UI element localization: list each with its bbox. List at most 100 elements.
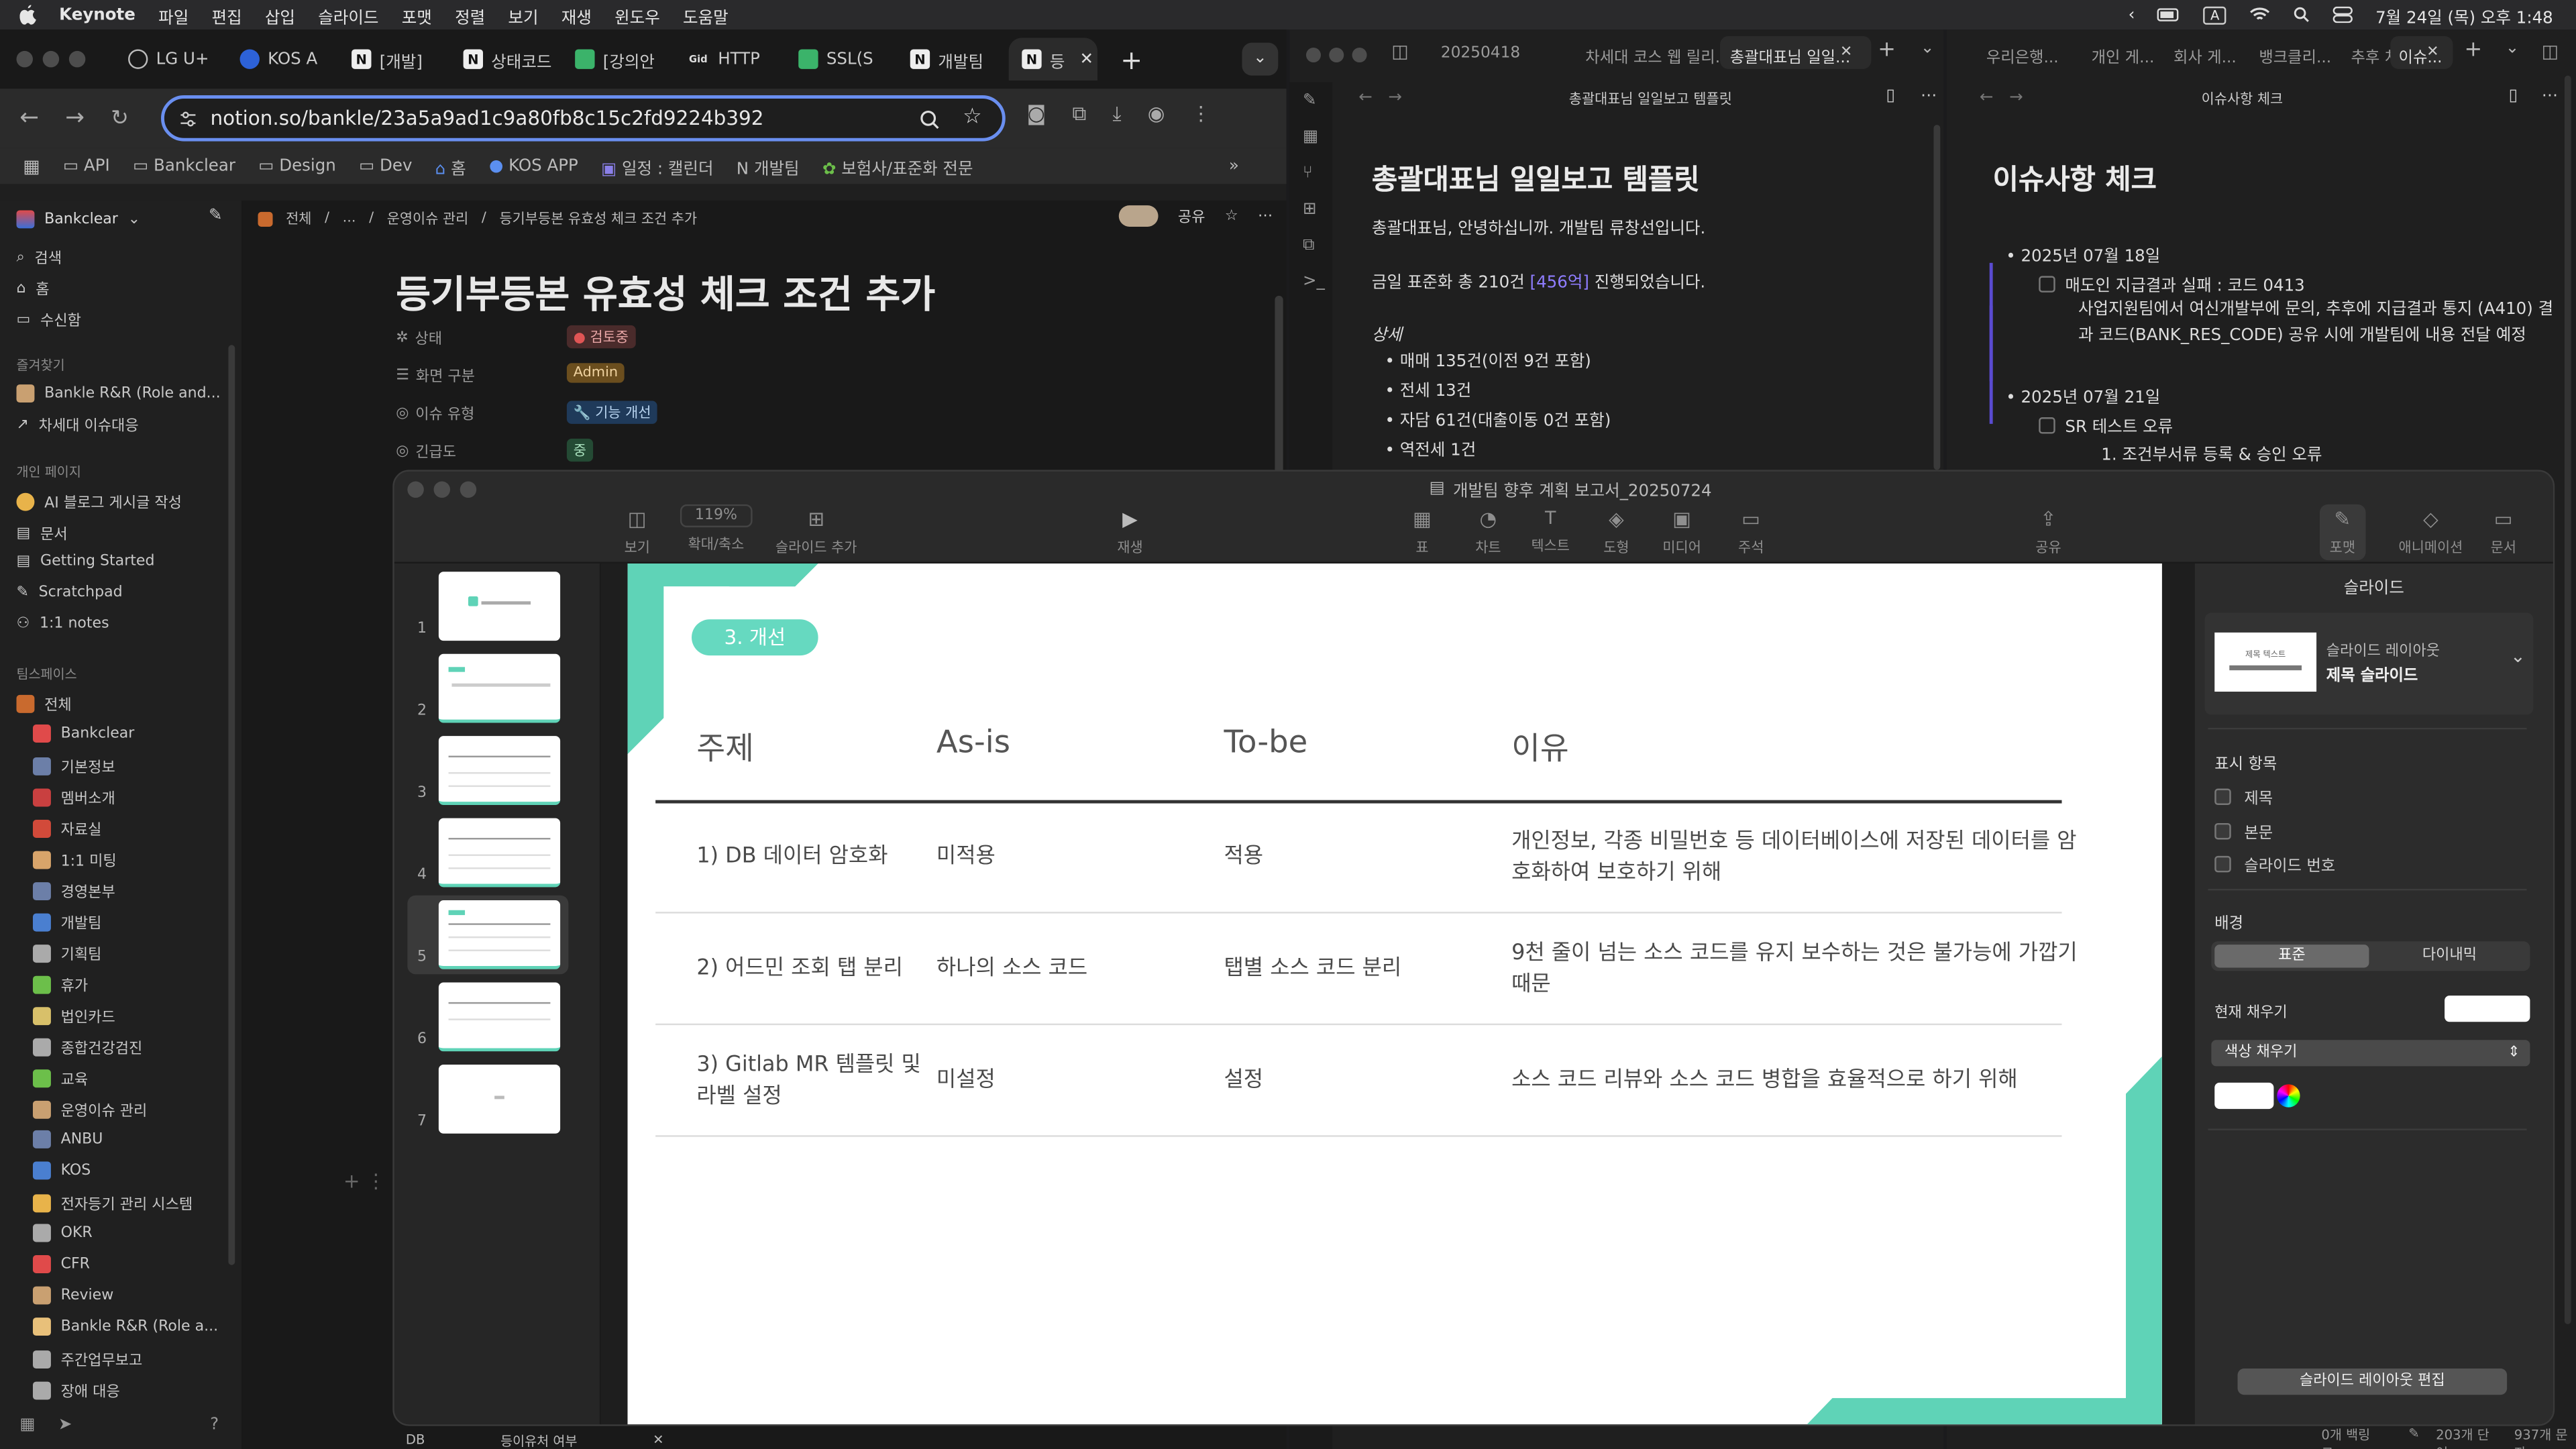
sidebar-item-inbox[interactable]: ▭ 수신함 (16, 309, 80, 330)
window-tab[interactable]: 개인 게... (2092, 44, 2155, 67)
send-icon[interactable]: ➤ (58, 1416, 72, 1434)
bookmark-star-icon[interactable]: ☆ (963, 105, 982, 130)
bookmark-link[interactable]: N 개발팀 (737, 154, 800, 178)
sidebar-item[interactable]: ▤ 문서 (16, 523, 67, 543)
branch-icon[interactable]: ⑂ (1303, 164, 1313, 182)
browser-tab[interactable]: KOS A (227, 38, 339, 80)
issue-type-badge[interactable]: 🔧 기능 개선 (566, 400, 658, 424)
share-button[interactable]: 공유 (1178, 205, 1205, 226)
sidebar-item[interactable]: CFR (32, 1255, 90, 1273)
share-button[interactable]: ⇪ 공유 (2035, 508, 2061, 557)
wifi-icon[interactable] (2249, 7, 2271, 23)
help-icon[interactable]: ? (210, 1416, 219, 1434)
slide-thumbnail[interactable] (438, 818, 561, 888)
extension-icon[interactable]: ⧉ (1072, 102, 1086, 127)
text-button[interactable]: T 텍스트 (1531, 508, 1569, 555)
copy-icon[interactable]: ⧉ (1303, 237, 1314, 255)
forward-icon[interactable]: → (1388, 89, 1402, 107)
browser-tab[interactable]: SSL(S (786, 38, 898, 80)
sidebar-item[interactable]: 교육 (32, 1068, 88, 1089)
close-button[interactable] (16, 50, 33, 68)
fill-type-dropdown[interactable]: 색상 채우기 ⇕ (2211, 1040, 2530, 1067)
checkbox[interactable] (2039, 416, 2055, 433)
more-icon[interactable]: ⋯ (1921, 87, 1937, 105)
slide-thumbnail[interactable] (438, 736, 561, 806)
browser-tab[interactable]: N 상태코드 (450, 38, 562, 80)
shape-button[interactable]: ◈ 도형 (1603, 508, 1629, 557)
download-icon[interactable]: ⤓ (1113, 102, 1122, 127)
sidebar-item[interactable]: ↗ 차세대 이슈대응 (16, 414, 138, 435)
zoom-icon[interactable] (920, 110, 939, 129)
zoom-button[interactable] (460, 481, 477, 498)
chevron-left-icon[interactable]: ‹ (2129, 6, 2135, 24)
minimize-button[interactable] (1329, 48, 1344, 63)
chevron-down-icon[interactable]: ⌄ (2506, 40, 2520, 58)
sidebar-item[interactable]: ✎ Scratchpad (16, 585, 122, 601)
bookmark-folder[interactable]: ▭ Bankclear (133, 157, 235, 175)
window-tab[interactable]: 뱅크클리... (2259, 44, 2331, 67)
slide-thumbnail[interactable] (438, 982, 561, 1052)
format-button[interactable]: ✎ 포맷 (2319, 504, 2365, 561)
bookmark-link[interactable]: ▣ 일정 : 캘린더 (601, 154, 713, 178)
urgency-badge[interactable]: 중 (566, 438, 593, 462)
window-tab[interactable]: 우리은행... (1986, 44, 2059, 67)
sidebar-item[interactable]: Bankle R&R (Role a... (32, 1318, 218, 1336)
menu-play[interactable]: 재생 (561, 3, 592, 27)
window-tab-active[interactable]: 이슈... (2390, 36, 2453, 69)
browser-tab[interactable]: [강의안 (562, 38, 674, 80)
sidebar-item[interactable]: 주간업무보고 (32, 1349, 142, 1370)
sidebar-toggle-icon[interactable]: ◫ (1391, 41, 1408, 62)
forward-icon[interactable]: → (65, 105, 85, 131)
sidebar-item[interactable]: 종합건강검진 (32, 1036, 142, 1058)
menu-file[interactable]: 파일 (158, 3, 189, 27)
minimize-button[interactable] (433, 481, 451, 498)
bookmark-folder[interactable]: ▭ Dev (359, 157, 412, 175)
calendar-icon[interactable]: ▦ (19, 1416, 35, 1434)
new-tab-button[interactable]: + (1878, 38, 1896, 62)
bg-standard-button[interactable]: 표준 (2214, 945, 2369, 968)
table-button[interactable]: ▦ 표 (1413, 508, 1432, 557)
animate-button[interactable]: ◇ 애니메이션 (2399, 508, 2463, 557)
sidebar-item[interactable]: OKR (32, 1224, 93, 1242)
close-icon[interactable]: ✕ (653, 1433, 663, 1449)
zoom-button[interactable] (68, 50, 86, 68)
document-button[interactable]: ▭ 문서 (2491, 508, 2516, 557)
bookmark-folder[interactable]: ▭ API (63, 157, 110, 175)
zoom-button[interactable] (1352, 48, 1367, 63)
browser-tab[interactable]: N [개발] (338, 38, 450, 80)
book-icon[interactable]: ▯ (1886, 87, 1895, 105)
camera-icon[interactable]: ◙ (1027, 102, 1046, 127)
chart-button[interactable]: ◔ 차트 (1475, 508, 1501, 557)
add-slide-button[interactable]: ⊞ 슬라이드 추가 (775, 508, 857, 557)
back-icon[interactable]: ← (19, 105, 39, 131)
close-button[interactable] (407, 481, 424, 498)
back-icon[interactable]: ← (1358, 89, 1373, 107)
sidebar-item[interactable]: 개발팀 (32, 912, 101, 933)
app-menu[interactable]: Keynote (59, 6, 136, 24)
sidebar-item[interactable]: KOS (32, 1161, 91, 1180)
sidebar-item[interactable]: 1:1 미팅 (32, 849, 117, 871)
new-tab-button[interactable]: + (1120, 44, 1142, 75)
sidebar-item[interactable]: 기획팀 (32, 943, 101, 965)
new-tab-button[interactable]: + (2464, 38, 2482, 62)
todo-item[interactable]: 매도인 지급결과 실패 : 코드 0413 (2039, 271, 2305, 296)
doc-title[interactable]: 이슈사항 체크 (1993, 156, 2157, 197)
sidebar-toggle-icon[interactable]: ◫ (2542, 41, 2559, 62)
window-tab[interactable]: 회사 게... (2174, 44, 2237, 67)
color-well[interactable] (2214, 1082, 2274, 1110)
close-button[interactable] (1305, 48, 1321, 63)
menu-slide[interactable]: 슬라이드 (318, 3, 378, 27)
page-title[interactable]: 등기부등본 유효성 체크 조건 추가 (396, 263, 935, 319)
doc-scrollbar[interactable] (1933, 125, 1941, 470)
menu-window[interactable]: 윈도우 (614, 3, 660, 27)
menu-view[interactable]: 보기 (508, 3, 538, 27)
sidebar-item[interactable]: ANBU (32, 1130, 103, 1148)
comment-button[interactable]: ▭ 주석 (1738, 508, 1764, 557)
view-button[interactable]: ◫ 보기 (625, 508, 650, 557)
checkbox-title[interactable]: 제목 (2214, 786, 2273, 808)
slide-thumbnail[interactable] (438, 1064, 561, 1134)
sidebar-item[interactable]: 법인카드 (32, 1006, 115, 1027)
sidebar-scrollbar[interactable] (228, 345, 235, 1265)
sidebar-item[interactable]: Review (32, 1286, 113, 1305)
back-icon[interactable]: ← (1980, 89, 1994, 107)
